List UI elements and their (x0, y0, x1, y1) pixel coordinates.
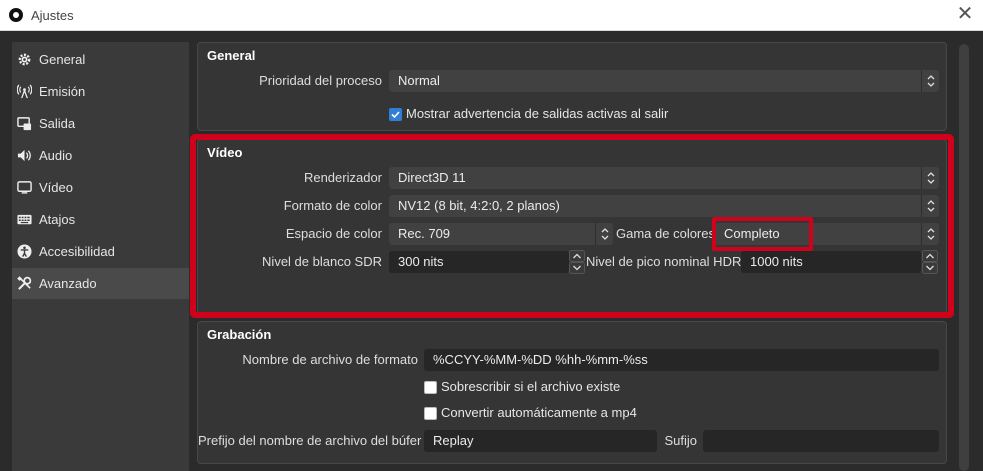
sidebar-item-audio[interactable]: Audio (12, 140, 189, 171)
suffix-label: Sufijo (664, 433, 697, 448)
scrollbar-thumb[interactable] (959, 44, 969, 471)
general-group: General Prioridad del proceso Normal Mos… (197, 42, 947, 131)
hdr-peak-level-value: 1000 nits (750, 254, 803, 269)
sdr-spinner[interactable] (569, 250, 585, 274)
hdr-spinner[interactable] (922, 250, 938, 274)
color-space-value: Rec. 709 (398, 226, 451, 241)
settings-sidebar: General Emisión Salida Audio Vídeo Atajo… (12, 42, 189, 471)
overwrite-label: Sobrescribir si el archivo existe (441, 379, 621, 394)
group-title-video: Vídeo (207, 145, 243, 160)
filename-format-input[interactable]: %CCYY-%MM-%DD %hh-%mm-%ss (424, 349, 939, 371)
broadcast-icon (17, 84, 32, 99)
renderer-label: Renderizador (303, 170, 382, 185)
sidebar-item-label: Emisión (39, 84, 86, 99)
hdr-peak-level-input[interactable]: 1000 nits (741, 251, 921, 273)
color-range-value: Completo (724, 226, 780, 241)
updown-arrows-icon (921, 195, 939, 217)
process-priority-label: Prioridad del proceso (259, 73, 382, 88)
updown-arrows-icon (921, 70, 939, 92)
sidebar-item-label: Audio (39, 148, 73, 163)
keyboard-icon (17, 212, 32, 227)
sidebar-item-label: Accesibilidad (39, 244, 115, 259)
process-priority-select[interactable]: Normal (389, 70, 939, 92)
updown-arrows-icon (921, 167, 939, 189)
group-title-recording: Grabación (207, 327, 272, 342)
overwrite-checkbox[interactable] (424, 381, 437, 394)
spin-arrows-icon (569, 250, 585, 274)
buffer-prefix-value: Replay (433, 433, 474, 448)
sidebar-item-atajos[interactable]: Atajos (12, 204, 189, 235)
color-space-label: Espacio de color (285, 226, 382, 241)
sdr-white-level-label: Nivel de blanco SDR (262, 254, 382, 269)
color-space-select[interactable]: Rec. 709 (389, 223, 613, 245)
sdr-white-level-input[interactable]: 300 nits (389, 251, 569, 273)
output-icon (17, 116, 32, 131)
window-title: Ajustes (31, 8, 74, 23)
color-format-value: NV12 (8 bit, 4:2:0, 2 planos) (398, 198, 560, 213)
filename-format-value: %CCYY-%MM-%DD %hh-%mm-%ss (433, 352, 648, 367)
suffix-input[interactable] (703, 430, 939, 452)
recording-group: Grabación Nombre de archivo de formato %… (197, 321, 947, 464)
renderer-value: Direct3D 11 (398, 170, 466, 185)
video-group: Vídeo Renderizador Direct3D 11 Formato d… (197, 139, 947, 314)
updown-arrows-icon (921, 223, 939, 245)
auto-remux-label: Convertir automáticamente a mp4 (441, 405, 637, 420)
sidebar-item-label: Salida (39, 116, 76, 131)
sidebar-item-accesibilidad[interactable]: Accesibilidad (12, 236, 189, 267)
sidebar-item-video[interactable]: Vídeo (12, 172, 189, 203)
buffer-prefix-label: Prefijo del nombre de archivo del búfer (198, 433, 422, 448)
auto-remux-checkbox[interactable] (424, 407, 437, 420)
process-priority-value: Normal (398, 73, 440, 88)
warn-active-outputs-checkbox[interactable] (389, 108, 402, 121)
monitor-icon (17, 180, 32, 195)
sidebar-item-label: General (39, 52, 86, 67)
close-icon[interactable]: ✕ (955, 4, 975, 24)
gear-icon (17, 52, 32, 67)
title-bar: Ajustes ✕ (0, 0, 983, 31)
sdr-white-level-value: 300 nits (398, 254, 444, 269)
hdr-peak-level-label: Nivel de pico nominal HDR (586, 254, 742, 269)
sidebar-item-general[interactable]: General (12, 44, 189, 75)
sidebar-item-label: Avanzado (39, 276, 97, 291)
spin-arrows-icon (922, 250, 938, 274)
buffer-prefix-input[interactable]: Replay (424, 430, 657, 452)
sidebar-item-emision[interactable]: Emisión (12, 76, 189, 107)
group-title-general: General (207, 48, 256, 63)
renderer-select[interactable]: Direct3D 11 (389, 167, 939, 189)
accessibility-icon (17, 244, 32, 259)
sidebar-item-label: Atajos (39, 212, 76, 227)
color-range-label: Gama de colores (616, 226, 715, 241)
color-format-label: Formato de color (283, 198, 382, 213)
sidebar-item-salida[interactable]: Salida (12, 108, 189, 139)
filename-format-label: Nombre de archivo de formato (242, 352, 418, 367)
color-range-select[interactable]: Completo (715, 223, 939, 245)
sidebar-item-label: Vídeo (39, 180, 73, 195)
speaker-icon (17, 148, 32, 163)
warn-active-outputs-label: Mostrar advertencia de salidas activas a… (406, 106, 669, 121)
color-format-select[interactable]: NV12 (8 bit, 4:2:0, 2 planos) (389, 195, 939, 217)
obs-logo-icon (9, 8, 23, 22)
sidebar-item-avanzado[interactable]: Avanzado (12, 268, 189, 299)
updown-arrows-icon (595, 223, 613, 245)
tools-icon (17, 276, 32, 291)
checkmark-icon (391, 111, 400, 119)
